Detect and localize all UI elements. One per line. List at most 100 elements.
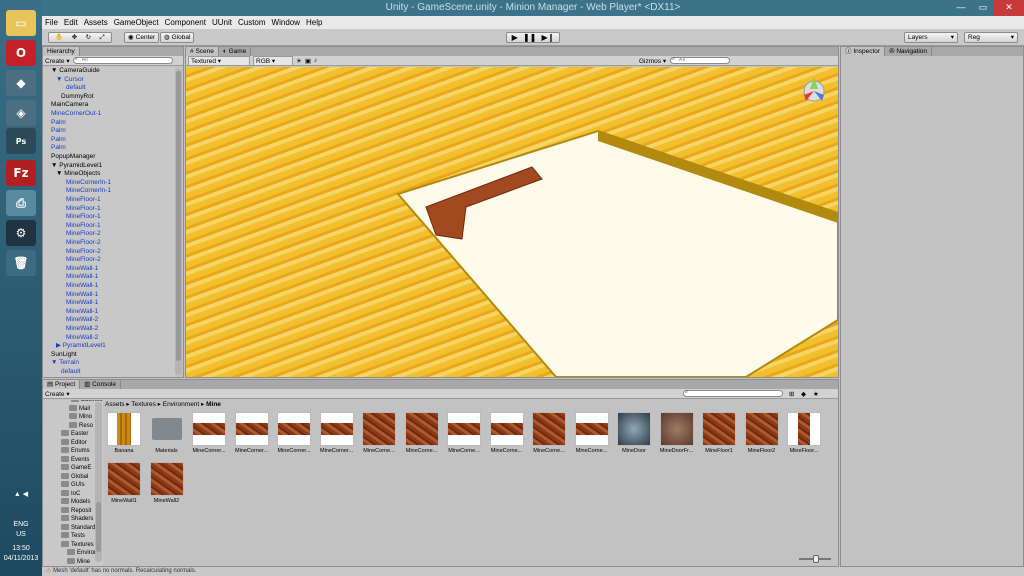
asset-item[interactable]: MineCorner... bbox=[318, 412, 356, 454]
project-tree-folder[interactable]: Shaders bbox=[61, 515, 93, 524]
project-tree-folder[interactable]: Models bbox=[61, 498, 90, 507]
project-tree-folder[interactable]: GameE bbox=[61, 464, 91, 473]
hierarchy-item[interactable]: Palm bbox=[51, 144, 66, 153]
asset-item[interactable]: MineDoorFr... bbox=[658, 412, 696, 454]
thumbnail-size-slider[interactable] bbox=[799, 555, 831, 563]
tab-project[interactable]: ▤ Project bbox=[43, 380, 81, 389]
transform-tools[interactable]: ✋ ✥ ↻ ⤢ bbox=[48, 32, 112, 43]
hierarchy-item[interactable]: MineWall-1 bbox=[66, 282, 98, 291]
hierarchy-item[interactable]: MainCamera bbox=[51, 101, 88, 110]
project-tree-scrollbar[interactable] bbox=[95, 402, 102, 562]
hierarchy-item[interactable]: default bbox=[66, 84, 86, 93]
project-tree-folder[interactable]: IoC bbox=[61, 489, 80, 499]
project-tree-folder[interactable]: Global bbox=[61, 472, 88, 482]
hierarchy-item[interactable]: MineFloor-2 bbox=[66, 230, 101, 239]
scale-tool-icon[interactable]: ⤢ bbox=[100, 33, 105, 42]
project-tree-folder[interactable]: Mail bbox=[69, 404, 90, 414]
hierarchy-create-button[interactable]: Create ▾ bbox=[45, 57, 70, 65]
file-explorer-icon[interactable]: ▭ bbox=[6, 10, 36, 36]
rotate-tool-icon[interactable]: ↻ bbox=[86, 33, 91, 42]
tab-hierarchy[interactable]: Hierarchy bbox=[43, 47, 80, 56]
asset-item[interactable]: MineWall1 bbox=[105, 462, 143, 504]
hierarchy-item[interactable]: ▼ PyramidLevel1 bbox=[51, 162, 102, 171]
breadcrumb-mine[interactable]: Mine bbox=[206, 401, 221, 408]
project-tree-folder[interactable]: GUIs bbox=[61, 481, 85, 490]
hierarchy-item[interactable]: MineCornerIn-1 bbox=[66, 187, 111, 196]
image-toggle-icon[interactable]: ▣ bbox=[305, 57, 311, 65]
scene-viewport[interactable] bbox=[186, 67, 838, 377]
menu-assets[interactable]: Assets bbox=[84, 18, 108, 27]
pivot-center-button[interactable]: ◉ Center bbox=[124, 32, 160, 43]
hierarchy-item[interactable]: MineFloor-1 bbox=[66, 213, 101, 222]
network-icon[interactable]: ⎙ bbox=[6, 190, 36, 216]
lighting-toggle-icon[interactable]: ☀ bbox=[296, 57, 302, 65]
hierarchy-item[interactable]: ▶ PyramidLevel1 bbox=[56, 342, 106, 351]
project-tree-folder[interactable]: Enviror bbox=[67, 549, 96, 558]
project-tree-folder[interactable]: Tests bbox=[61, 532, 85, 541]
asset-item[interactable]: MineWall2 bbox=[148, 462, 186, 504]
playback-controls[interactable]: ▶ ❚❚ ▶❙ bbox=[506, 32, 560, 43]
gizmos-dropdown[interactable]: Gizmos ▾ bbox=[639, 57, 666, 65]
close-button[interactable]: ✕ bbox=[994, 0, 1024, 16]
project-tree-folder[interactable]: Enums bbox=[61, 447, 90, 456]
hierarchy-item[interactable]: MineCornerOut-1 bbox=[51, 110, 101, 119]
project-tree-folder[interactable]: Easter bbox=[61, 430, 88, 439]
filter-by-type-icon[interactable]: ⊞ bbox=[789, 390, 794, 398]
minimize-button[interactable]: — bbox=[950, 0, 972, 16]
project-tree-folder[interactable]: Editor bbox=[61, 438, 87, 448]
lang-indicator[interactable]: ENG US bbox=[0, 520, 42, 540]
asset-item[interactable]: MineFloor1 bbox=[700, 412, 738, 454]
hierarchy-item[interactable]: MineWall-2 bbox=[66, 316, 98, 325]
asset-item[interactable]: MineCorne... bbox=[573, 412, 611, 454]
unity-alt-icon[interactable]: ◈ bbox=[6, 100, 36, 126]
audio-toggle-icon[interactable]: ♪ bbox=[314, 57, 317, 64]
tray-icons[interactable]: ▲ ◀ bbox=[0, 490, 42, 500]
hierarchy-item[interactable]: ▼ Cursor bbox=[56, 76, 84, 85]
pause-icon[interactable]: ❚❚ bbox=[523, 33, 536, 42]
menu-window[interactable]: Window bbox=[272, 18, 300, 27]
menu-component[interactable]: Component bbox=[165, 18, 206, 27]
asset-item[interactable]: Materials bbox=[148, 412, 186, 454]
project-tree-folder[interactable]: Textures bbox=[61, 540, 94, 550]
asset-item[interactable]: MineCorner... bbox=[233, 412, 271, 454]
hierarchy-item[interactable]: MineFloor-2 bbox=[66, 239, 101, 248]
scene-gizmo-icon[interactable] bbox=[803, 77, 825, 102]
hierarchy-item[interactable]: ▼ CameraGuide bbox=[51, 67, 100, 76]
photoshop-icon[interactable]: Ps bbox=[6, 128, 36, 154]
asset-item[interactable]: MineFloor... bbox=[785, 412, 823, 454]
filezilla-icon[interactable]: Fz bbox=[6, 160, 36, 186]
tab-inspector[interactable]: ⓘ Inspector bbox=[841, 47, 886, 56]
menu-uunit[interactable]: UUnit bbox=[212, 18, 232, 27]
shading-mode-dropdown[interactable]: Textured ▾ bbox=[188, 55, 250, 66]
tab-console[interactable]: ▥ Console bbox=[80, 380, 122, 389]
hierarchy-item[interactable]: MineWall-1 bbox=[66, 308, 98, 317]
steam-icon[interactable]: ⚙ bbox=[6, 220, 36, 246]
hierarchy-item[interactable]: MineFloor-1 bbox=[66, 222, 101, 231]
asset-item[interactable]: MineCorne... bbox=[445, 412, 483, 454]
hierarchy-item[interactable]: DummyRot bbox=[61, 93, 94, 102]
asset-item[interactable]: Banana bbox=[105, 412, 143, 454]
unity-icon[interactable]: ◆ bbox=[6, 70, 36, 96]
layers-dropdown[interactable]: Layers ▾ bbox=[904, 32, 958, 43]
hierarchy-item[interactable]: MineFloor-2 bbox=[66, 248, 101, 257]
hierarchy-item[interactable]: MineFloor-2 bbox=[66, 256, 101, 265]
hierarchy-item[interactable]: default bbox=[61, 368, 81, 377]
hierarchy-item[interactable]: Palm bbox=[51, 136, 66, 145]
breadcrumb-assets[interactable]: Assets bbox=[105, 401, 125, 408]
project-search-input[interactable] bbox=[683, 390, 783, 397]
step-icon[interactable]: ▶❙ bbox=[542, 33, 555, 42]
project-tree-folder[interactable]: Reposit bbox=[61, 506, 91, 516]
tab-navigation[interactable]: ✇ Navigation bbox=[885, 47, 933, 56]
menu-custom[interactable]: Custom bbox=[238, 18, 266, 27]
filter-by-label-icon[interactable]: ◆ bbox=[801, 390, 806, 398]
favorites-icon[interactable]: ★ bbox=[813, 390, 819, 398]
hierarchy-item[interactable]: MineWall-2 bbox=[66, 325, 98, 334]
asset-item[interactable]: MineCorne... bbox=[360, 412, 398, 454]
move-tool-icon[interactable]: ✥ bbox=[72, 33, 77, 42]
project-tree-folder[interactable]: Reso bbox=[69, 421, 93, 431]
hierarchy-item[interactable]: MineFloor-1 bbox=[66, 205, 101, 214]
hierarchy-item[interactable]: PopupManager bbox=[51, 153, 95, 162]
hierarchy-search-input[interactable]: All bbox=[72, 57, 173, 64]
asset-item[interactable]: MineDoor bbox=[615, 412, 653, 454]
hierarchy-item[interactable]: MineWall-1 bbox=[66, 273, 98, 282]
